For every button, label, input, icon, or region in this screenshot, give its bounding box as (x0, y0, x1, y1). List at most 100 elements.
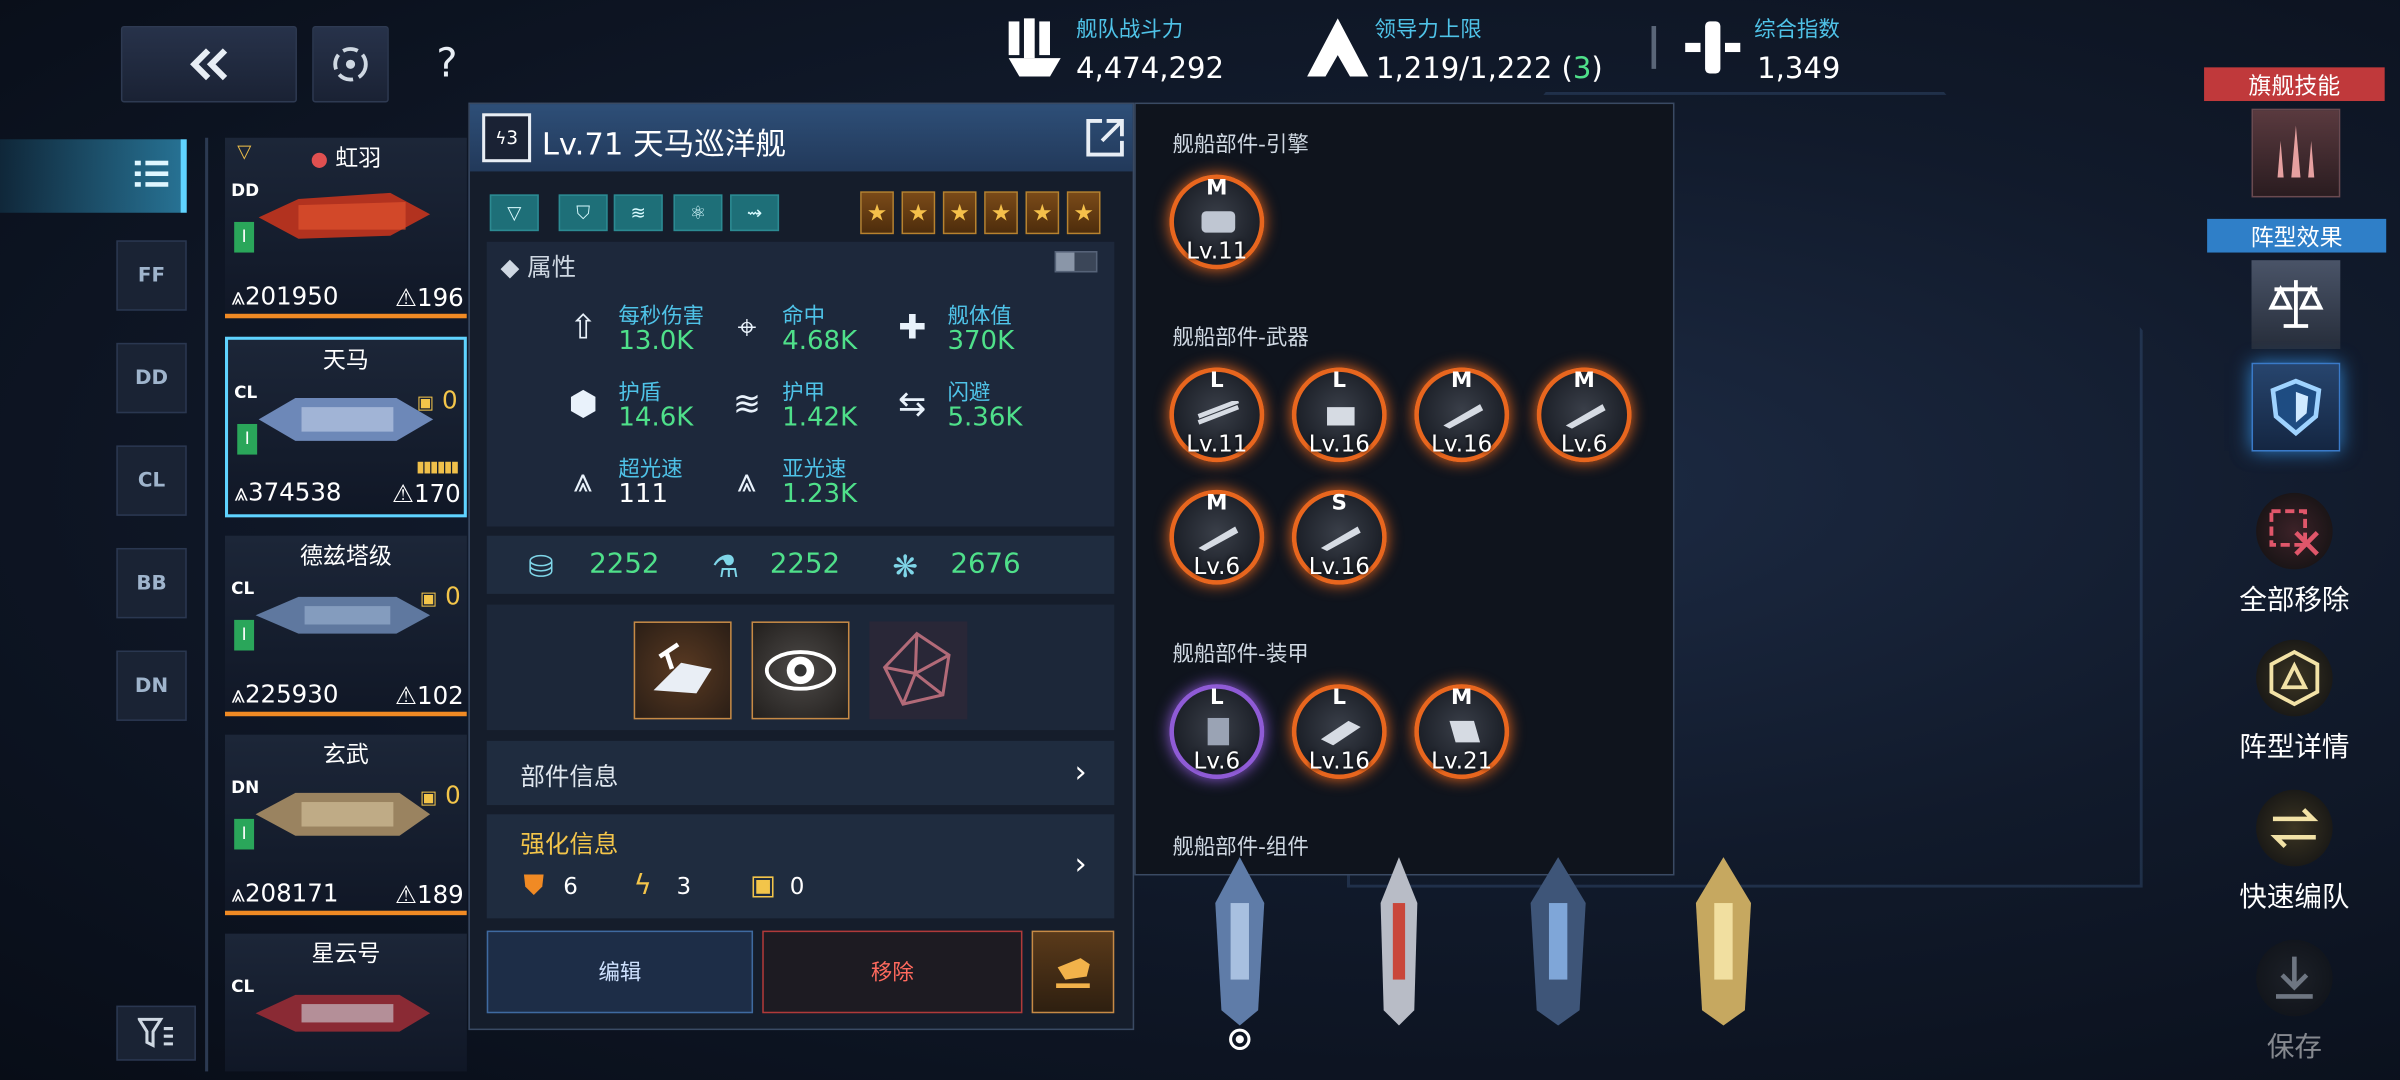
flagship-skill-slot[interactable] (2251, 108, 2341, 198)
weapon-module[interactable]: S Lv.16 (1291, 489, 1387, 585)
formation-detail-button[interactable]: 阵型详情 (2204, 639, 2385, 766)
filter-ff[interactable]: FF (116, 240, 187, 311)
remove-all-button[interactable]: 全部移除 (2204, 492, 2385, 619)
module-level: Lv.6 (1560, 430, 1608, 458)
filter-dd[interactable]: DD (116, 342, 187, 414)
save-button[interactable]: 保存 (2204, 939, 2385, 1066)
card-bottom-bar (224, 910, 467, 916)
crosshair-icon: ⌖ (737, 309, 757, 348)
list-view-tab[interactable] (0, 139, 187, 213)
weapon-module[interactable]: L Lv.16 (1291, 367, 1387, 463)
ship-card-selected[interactable]: 天马 CL I ▣ 0 ▮▮▮▮▮▮ ⩓374538 ⚠170 (224, 336, 467, 518)
edit-button[interactable]: 编辑 (486, 930, 754, 1014)
filter-cl[interactable]: CL (116, 445, 187, 516)
balance-icon (2268, 280, 2324, 328)
ship-card[interactable]: ▽ ● 虹羽 DD I ⩓201950 ⚠196 (224, 137, 467, 319)
armor-module[interactable]: L Lv.6 (1169, 684, 1265, 780)
ship-command-value: 189 (417, 880, 464, 910)
armor-module[interactable]: L Lv.16 (1291, 684, 1387, 780)
atom-icon[interactable]: ⚛ (673, 194, 723, 232)
weapon-module[interactable]: M Lv.16 (1414, 367, 1510, 463)
composite-index-icon (1679, 15, 1746, 79)
ship-link-icon[interactable]: ⇝ (730, 194, 780, 232)
ship-card[interactable]: 德兹塔级 CL I ▣ 0 ⩓225930 ⚠102 (224, 535, 467, 717)
spire-icon (2277, 125, 2315, 178)
parts-info-row[interactable]: 部件信息 › (486, 740, 1115, 806)
remove-button[interactable]: 移除 (762, 930, 1023, 1014)
ship-name: 虹羽 (335, 143, 382, 172)
ship-name: 德兹塔级 (299, 541, 392, 570)
ship-power: ⩓374538 (234, 477, 342, 507)
ship-image (255, 994, 431, 1032)
settings-button[interactable] (312, 26, 389, 103)
armor-module[interactable]: M Lv.21 (1414, 684, 1510, 780)
fleet-power-value: 4,474,292 (1076, 52, 1225, 86)
boost-button[interactable] (1031, 930, 1115, 1014)
ship-command-value: 102 (417, 681, 464, 711)
card-bottom-bar (224, 313, 467, 319)
enhance-info-row[interactable]: 强化信息 ⛊ 6 ϟ 3 ▣ 0 › (486, 814, 1115, 919)
help-icon[interactable]: ? (416, 34, 477, 95)
attributes-title-text: 属性 (527, 252, 577, 282)
ship-card[interactable]: 玄武 DN I ▣ 0 ⩓208171 ⚠189 (224, 734, 467, 916)
ship-power-value: 225930 (244, 679, 339, 709)
module-grade: L (1332, 685, 1347, 711)
attr-dps-value: 13.0K (618, 326, 694, 357)
missile-part-icon (1320, 526, 1361, 552)
shield-tech-icon[interactable]: ⛉ (558, 194, 608, 232)
engine-part-icon (1201, 211, 1236, 233)
formation-slot-active[interactable] (2251, 362, 2341, 452)
attr-hull-value: 370K (947, 326, 1015, 357)
attr-sublight-value: 1.23K (782, 479, 858, 510)
rank-chevron-icon[interactable]: ▽ (489, 194, 539, 232)
formation-detail-label: 阵型详情 (2239, 731, 2350, 764)
star-icon: ★ (984, 191, 1018, 235)
filter-dn[interactable]: DN (116, 650, 187, 721)
skill-slot[interactable] (633, 621, 732, 720)
shield-icon: ⬢ (568, 385, 598, 424)
ship-tier: I (234, 818, 255, 850)
fleet-ship-image[interactable] (1521, 857, 1594, 1026)
enhance-level: 3 (676, 872, 692, 900)
skill-slot[interactable] (751, 621, 850, 720)
back-button[interactable] (120, 26, 297, 103)
module-level: Lv.16 (1308, 552, 1370, 581)
fleet-ship-image[interactable] (1684, 857, 1764, 1026)
command-extra: 3 (1572, 52, 1592, 86)
formation-effect-slot[interactable] (2251, 260, 2341, 349)
polyhedron-icon (882, 631, 951, 706)
armor-section-title: 舰船部件-装甲 (1172, 642, 1309, 668)
ship-command: ⚠102 (395, 681, 464, 711)
metal-resource-icon: ⛁ (528, 547, 554, 585)
star-icon: ★ (942, 191, 977, 235)
weapon-module[interactable]: M Lv.6 (1536, 367, 1632, 463)
warp-icon: ⩓ (573, 462, 593, 501)
quick-fleet-button[interactable]: 快速编队 (2204, 789, 2385, 916)
module-panel: 舰船部件-引擎 M Lv.11 舰船部件-武器 L Lv.11 L Lv.16 M Lv… (1134, 102, 1675, 876)
missile-part-icon (1443, 404, 1484, 429)
ship-skill-icon (653, 642, 712, 694)
ammo-pips: ▮▮▮▮▮▮ (416, 459, 459, 477)
armor-plate-icon (1207, 717, 1230, 746)
module-level: Lv.16 (1308, 746, 1370, 775)
list-icon (134, 160, 169, 187)
sort-filter-button[interactable] (116, 1005, 196, 1061)
ship-image (255, 792, 431, 836)
engine-module[interactable]: M Lv.11 (1169, 174, 1265, 270)
weapon-module[interactable]: L Lv.11 (1169, 367, 1265, 463)
chip-icon: ▣ (749, 869, 777, 902)
attributes-toggle[interactable] (1054, 251, 1098, 273)
armor-plate-icon (1320, 720, 1361, 746)
external-link-icon[interactable] (1084, 116, 1127, 159)
skill-slot-locked[interactable] (869, 621, 968, 720)
ship-card[interactable]: 星云号 CL (224, 933, 467, 1072)
dps-icon: ⇧ (569, 309, 598, 348)
layers-icon[interactable]: ≋ (613, 194, 663, 232)
module-grade: M (1206, 176, 1228, 201)
ship-power-value: 208171 (244, 878, 339, 908)
weapon-module[interactable]: M Lv.6 (1169, 489, 1265, 585)
fleet-ship-image[interactable] (1362, 857, 1435, 1026)
module-grade: M (1451, 685, 1473, 711)
filter-bb[interactable]: BB (116, 547, 187, 619)
fleet-ship-image[interactable] (1203, 857, 1276, 1026)
